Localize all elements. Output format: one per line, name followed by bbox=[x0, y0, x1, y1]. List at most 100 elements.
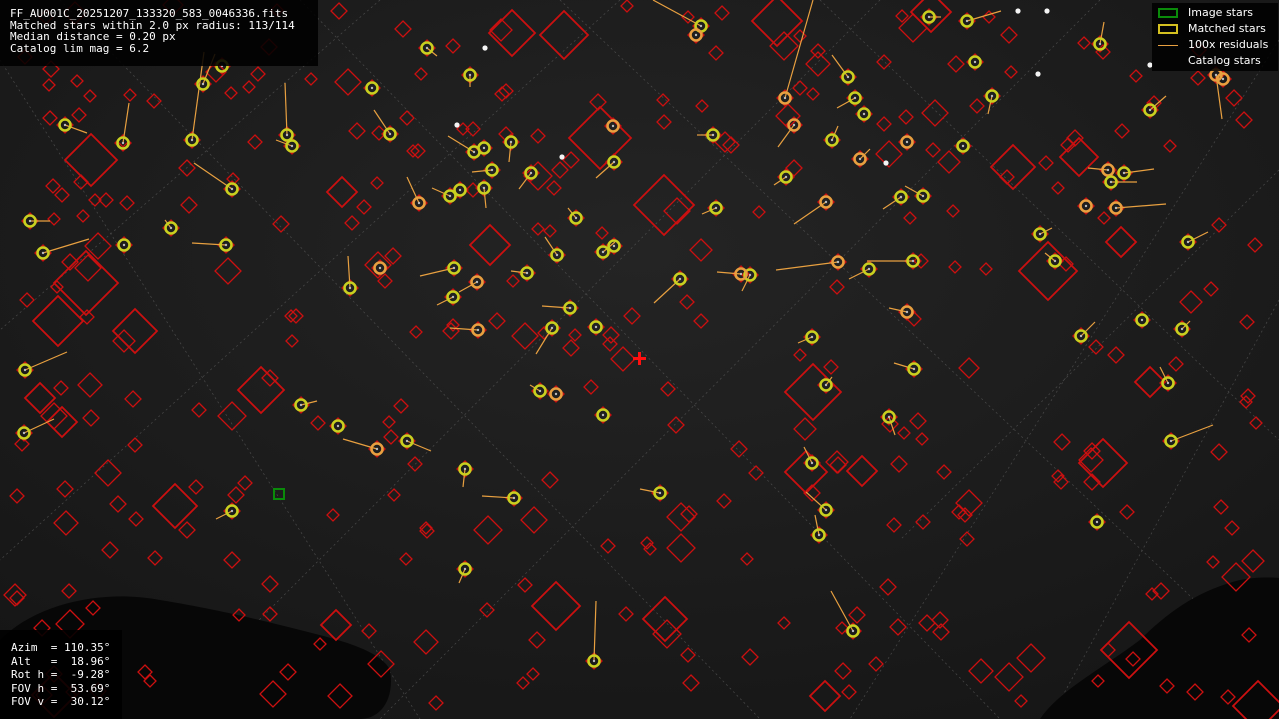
star-core bbox=[792, 123, 796, 127]
star-core bbox=[290, 144, 294, 148]
star-core bbox=[388, 132, 392, 136]
star-core bbox=[927, 15, 931, 19]
bright-star bbox=[883, 160, 889, 166]
legend: Image stars Matched stars 100x residuals… bbox=[1152, 3, 1278, 71]
star-core bbox=[201, 82, 205, 86]
star-core bbox=[452, 266, 456, 270]
star-core bbox=[448, 194, 452, 198]
star-core bbox=[529, 171, 533, 175]
star-core bbox=[538, 389, 542, 393]
star-core bbox=[224, 243, 228, 247]
star-core bbox=[512, 496, 516, 500]
star-core bbox=[299, 403, 303, 407]
star-core bbox=[490, 168, 494, 172]
star-core bbox=[887, 415, 891, 419]
star-core bbox=[851, 629, 855, 633]
star-core bbox=[965, 19, 969, 23]
star-core bbox=[41, 251, 45, 255]
median-distance: Median distance = 0.20 px bbox=[10, 30, 176, 43]
star-core bbox=[458, 188, 462, 192]
star-core bbox=[905, 310, 909, 314]
star-core bbox=[612, 244, 616, 248]
star-core bbox=[836, 260, 840, 264]
bright-star bbox=[454, 122, 460, 128]
star-core bbox=[594, 325, 598, 329]
star-core bbox=[463, 567, 467, 571]
star-core bbox=[817, 533, 821, 537]
star-core bbox=[425, 46, 429, 50]
star-core bbox=[509, 140, 513, 144]
star-core bbox=[990, 94, 994, 98]
legend-item-matched-stars: Matched stars bbox=[1152, 21, 1278, 37]
star-core bbox=[451, 295, 455, 299]
star-core bbox=[476, 328, 480, 332]
star-core bbox=[1148, 108, 1152, 112]
star-core bbox=[525, 271, 529, 275]
star-core bbox=[824, 200, 828, 204]
star-core bbox=[830, 138, 834, 142]
star-core bbox=[973, 60, 977, 64]
star-core bbox=[592, 659, 596, 663]
star-core bbox=[463, 467, 467, 471]
star-core bbox=[699, 24, 703, 28]
star-core bbox=[22, 431, 26, 435]
bright-star bbox=[559, 154, 565, 160]
star-core bbox=[905, 140, 909, 144]
star-core bbox=[375, 447, 379, 451]
legend-item-image-stars: Image stars bbox=[1152, 5, 1278, 21]
star-core bbox=[911, 259, 915, 263]
star-core bbox=[370, 86, 374, 90]
star-core bbox=[612, 160, 616, 164]
bright-star bbox=[1044, 8, 1050, 14]
star-core bbox=[611, 124, 615, 128]
star-core bbox=[601, 413, 605, 417]
star-core bbox=[568, 306, 572, 310]
star-core bbox=[810, 461, 814, 465]
star-core bbox=[783, 96, 787, 100]
star-core bbox=[1095, 520, 1099, 524]
star-core bbox=[784, 175, 788, 179]
star-core bbox=[899, 195, 903, 199]
image-star-symbol-icon bbox=[1158, 8, 1178, 18]
star-core bbox=[714, 206, 718, 210]
star-core bbox=[574, 216, 578, 220]
star-core bbox=[601, 250, 605, 254]
star-core bbox=[711, 133, 715, 137]
star-core bbox=[678, 277, 682, 281]
star-core bbox=[554, 392, 558, 396]
field-center-marker-icon bbox=[633, 352, 646, 365]
legend-item-catalog-stars: Catalog stars bbox=[1188, 54, 1261, 67]
star-core bbox=[921, 194, 925, 198]
star-core bbox=[862, 112, 866, 116]
fit-info-panel: FF_AU001C_20251207_133320_583_0046336.fi… bbox=[0, 0, 318, 66]
star-core bbox=[1140, 318, 1144, 322]
star-core bbox=[853, 96, 857, 100]
rotation-value: Rot h = -9.28° bbox=[11, 668, 111, 681]
altitude-value: Alt = 18.96° bbox=[11, 654, 111, 668]
star-core bbox=[482, 146, 486, 150]
legend-item-residuals: 100x residuals bbox=[1152, 37, 1278, 53]
star-core bbox=[230, 509, 234, 513]
star-core bbox=[378, 266, 382, 270]
star-core bbox=[122, 243, 126, 247]
residual-line-symbol-icon bbox=[1158, 45, 1178, 46]
star-core bbox=[555, 253, 559, 257]
star-core bbox=[1114, 206, 1118, 210]
star-core bbox=[1186, 240, 1190, 244]
star-core bbox=[1214, 73, 1218, 77]
bright-star bbox=[1015, 8, 1021, 14]
pointing-parameters-panel: Azim = 110.35° Alt = 18.96° Rot h = -9.2… bbox=[0, 630, 122, 719]
bright-star bbox=[482, 45, 488, 51]
star-core bbox=[230, 187, 234, 191]
star-core bbox=[867, 267, 871, 271]
star-core bbox=[482, 186, 486, 190]
star-core bbox=[961, 144, 965, 148]
star-core bbox=[1166, 381, 1170, 385]
star-core bbox=[824, 383, 828, 387]
azimuth-value: Azim = 110.35° bbox=[11, 641, 111, 654]
star-core bbox=[336, 424, 340, 428]
star-core bbox=[472, 150, 476, 154]
star-core bbox=[1098, 42, 1102, 46]
star-core bbox=[1079, 334, 1083, 338]
star-core bbox=[846, 75, 850, 79]
